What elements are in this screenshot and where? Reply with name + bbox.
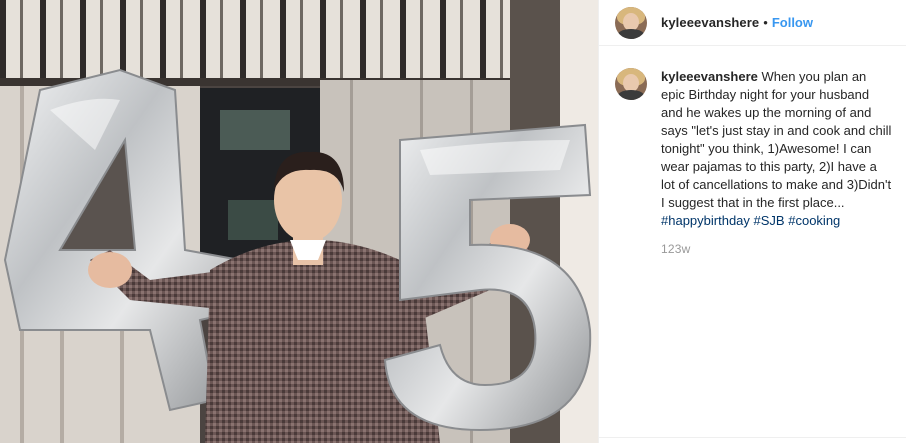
balloon-number-5 [383,123,592,432]
post-age[interactable]: 123w [661,242,906,256]
hashtag-link[interactable]: #SJB [754,213,785,228]
divider [599,437,906,438]
curtain-valance [0,0,530,82]
post-header: kyleeevanshere • Follow [599,0,906,46]
caption-username[interactable]: kyleeevanshere [661,69,758,84]
caption-text-block: kyleeevanshere When you plan an epic Bir… [661,68,892,230]
photo-illustration [0,0,598,443]
author-avatar[interactable] [615,6,647,39]
follow-button[interactable]: Follow [772,15,813,30]
hashtag-link[interactable]: #cooking [788,213,840,228]
separator-dot: • [763,15,768,30]
hashtag-link[interactable]: #happybirthday [661,213,750,228]
post-photo[interactable] [0,0,598,443]
author-username[interactable]: kyleeevanshere [661,15,759,30]
post-sidebar: kyleeevanshere • Follow kyleeevanshere W… [598,0,906,443]
caption-avatar[interactable] [615,68,647,100]
caption-text: When you plan an epic Birthday night for… [661,69,892,210]
caption-comment: kyleeevanshere When you plan an epic Bir… [599,46,906,230]
